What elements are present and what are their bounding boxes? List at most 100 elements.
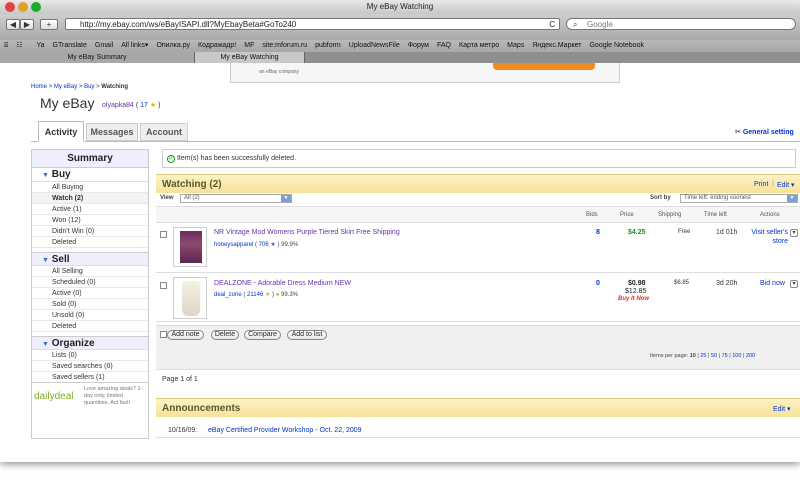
- bookmark-item[interactable]: pubform: [315, 42, 341, 49]
- success-message: Item(s) has been successfully deleted.: [176, 155, 297, 162]
- sidebar-item-buy[interactable]: Active (1): [32, 204, 148, 215]
- ad-banner[interactable]: an eBay company: [230, 63, 620, 83]
- item-title-link[interactable]: DEALZONE - Adorable Dress Medium NEW: [214, 280, 351, 287]
- close-window-icon[interactable]: [5, 2, 15, 12]
- tab-my-ebay-watching[interactable]: My eBay Watching: [195, 52, 305, 63]
- add-bookmark-button[interactable]: +: [40, 19, 58, 30]
- tab-activity[interactable]: Activity: [38, 121, 84, 142]
- sidebar-item-buy[interactable]: Watch (2): [32, 193, 148, 204]
- delete-button[interactable]: Delete: [211, 330, 239, 340]
- bookmark-item[interactable]: MF: [244, 42, 254, 49]
- col-time-left[interactable]: Time left: [704, 212, 727, 218]
- page-title: My eBay: [40, 95, 95, 111]
- announcements-edit-link[interactable]: Edit ▾: [773, 405, 791, 413]
- item-title-link[interactable]: NR Vintage Mod Womens Purple Tiered Skir…: [214, 229, 400, 236]
- top-sites-grid-icon[interactable]: ☷: [16, 42, 22, 49]
- sidebar-item-buy[interactable]: Won (12): [32, 215, 148, 226]
- tab-account[interactable]: Account: [140, 123, 188, 141]
- sidebar-item-buy[interactable]: All Buying: [32, 182, 148, 193]
- bookmark-item[interactable]: Maps: [507, 42, 524, 49]
- print-link[interactable]: Print: [754, 181, 768, 188]
- reload-icon[interactable]: C: [549, 19, 555, 30]
- col-shipping[interactable]: Shipping: [658, 212, 681, 218]
- add-note-button[interactable]: Add note: [167, 330, 204, 340]
- seller-feedback[interactable]: 706: [259, 242, 269, 248]
- per-page-100[interactable]: 100: [732, 353, 741, 359]
- seller-feedback[interactable]: 21146: [247, 292, 263, 298]
- per-page-50[interactable]: 50: [711, 353, 717, 359]
- add-to-list-button[interactable]: Add to list: [287, 330, 327, 340]
- tools-icon: ✂: [735, 129, 741, 136]
- per-page-200[interactable]: 200: [746, 353, 755, 359]
- bookmark-item[interactable]: Форум: [408, 42, 429, 49]
- breadcrumb-buy-link[interactable]: Buy: [84, 84, 94, 90]
- col-bids[interactable]: Bids: [586, 212, 598, 218]
- forward-button[interactable]: ▶: [20, 19, 34, 30]
- compare-button[interactable]: Compare: [244, 330, 281, 340]
- bookmark-item[interactable]: Карта метро: [459, 42, 499, 49]
- bookmark-item[interactable]: Ya: [36, 42, 44, 49]
- view-select[interactable]: All (2) ▼: [180, 194, 292, 203]
- bookmark-item[interactable]: Яндекс.Маркет: [532, 42, 581, 49]
- sidebar-summary-link[interactable]: Summary: [32, 150, 148, 168]
- sidebar-organize-header[interactable]: ▼ Organize: [32, 336, 148, 350]
- sidebar-buy-header[interactable]: ▼ Buy: [32, 168, 148, 182]
- sidebar-item-buy[interactable]: Didn't Win (0): [32, 226, 148, 237]
- breadcrumb-myebay-link[interactable]: My eBay: [54, 84, 77, 90]
- item-checkbox[interactable]: [160, 282, 167, 289]
- bookmark-item[interactable]: site:mforum.ru: [262, 42, 307, 49]
- sidebar-sell-header[interactable]: ▼ Sell: [32, 252, 148, 266]
- col-price[interactable]: Price: [620, 212, 634, 218]
- sidebar-item-organize[interactable]: Lists (0): [32, 350, 148, 361]
- bookmark-item[interactable]: All links▾: [121, 42, 148, 49]
- watching-edit-link[interactable]: Edit ▾: [777, 181, 795, 189]
- sidebar-item-organize[interactable]: Saved searches (0): [32, 361, 148, 372]
- visit-store-link[interactable]: Visit seller's store: [744, 228, 788, 246]
- sidebar-item-sell[interactable]: Unsold (0): [32, 310, 148, 321]
- username-link[interactable]: olyapka84: [102, 102, 134, 109]
- sidebar-item-sell[interactable]: Deleted: [32, 321, 148, 332]
- bids-link[interactable]: 8: [596, 229, 600, 236]
- item-thumbnail[interactable]: [173, 277, 207, 319]
- sidebar-item-sell[interactable]: Active (0): [32, 288, 148, 299]
- address-bar[interactable]: http://my.ebay.com/ws/eBayISAPI.dll?MyEb…: [65, 18, 560, 30]
- bookmarks-book-icon[interactable]: ⌸: [4, 42, 8, 49]
- seller-link[interactable]: deal_zone: [214, 292, 242, 298]
- promo-dailydeal[interactable]: dailydeal Love amazing deals? 1-day only…: [32, 382, 148, 410]
- ad-button[interactable]: [493, 63, 595, 70]
- bookmark-item[interactable]: Опилка.ру: [156, 42, 190, 49]
- back-button[interactable]: ◀: [6, 19, 20, 30]
- item-checkbox[interactable]: [160, 231, 167, 238]
- tab-my-ebay-summary[interactable]: My eBay Summary: [0, 52, 195, 63]
- zoom-window-icon[interactable]: [31, 2, 41, 12]
- bookmark-item[interactable]: FAQ: [437, 42, 451, 49]
- actions-dropdown-icon[interactable]: ▾: [790, 229, 798, 237]
- announcement-link[interactable]: eBay Certified Provider Workshop - Oct. …: [208, 427, 362, 434]
- sidebar-item-sell[interactable]: Sold (0): [32, 299, 148, 310]
- feedback-score[interactable]: 17: [140, 102, 148, 109]
- sidebar-item-sell[interactable]: All Selling: [32, 266, 148, 277]
- per-page-75[interactable]: 75: [722, 353, 728, 359]
- select-all-checkbox[interactable]: [160, 331, 167, 338]
- bookmark-item[interactable]: Google Notebook: [589, 42, 643, 49]
- bookmark-item[interactable]: UploadNewsFile: [349, 42, 400, 49]
- bookmark-item[interactable]: GTranslate: [53, 42, 87, 49]
- general-settings-link[interactable]: ✂ General setting: [735, 128, 794, 136]
- tab-messages[interactable]: Messages: [86, 123, 138, 141]
- item-thumbnail[interactable]: [173, 227, 207, 267]
- search-field[interactable]: ⌕ Google: [566, 18, 796, 30]
- minimize-window-icon[interactable]: [18, 2, 28, 12]
- bookmark-item[interactable]: Gmail: [95, 42, 113, 49]
- bookmark-item[interactable]: Кодражадр!: [198, 42, 236, 49]
- sidebar-item-sell[interactable]: Scheduled (0): [32, 277, 148, 288]
- bids-link[interactable]: 0: [596, 280, 600, 287]
- sort-select[interactable]: Time left: ending soonest ▼: [680, 194, 798, 203]
- seller-link[interactable]: honeysapparel: [214, 242, 253, 248]
- sidebar-item-buy[interactable]: Deleted: [32, 237, 148, 248]
- bid-now-link[interactable]: Bid now: [760, 280, 785, 287]
- announcement-item: 10/16/09: eBay Certified Provider Worksh…: [156, 424, 800, 438]
- per-page-25[interactable]: 25: [700, 353, 706, 359]
- breadcrumb-home-link[interactable]: Home: [31, 84, 47, 90]
- breadcrumb: Home > My eBay > Buy > Watching: [31, 84, 129, 90]
- actions-dropdown-icon[interactable]: ▾: [790, 280, 798, 288]
